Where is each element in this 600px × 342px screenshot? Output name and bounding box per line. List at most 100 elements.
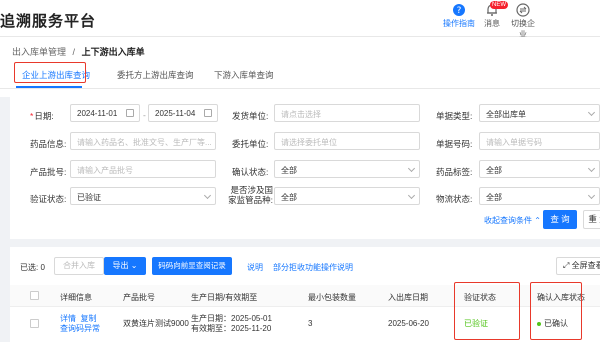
confirm-status-value: 全部 [281,166,297,175]
merge-inbound-button[interactable]: 合并入库 [54,257,104,275]
explain-link[interactable]: 说明 [247,262,263,273]
tab-downstream-inbound[interactable]: 下游入库单查询 [214,69,274,81]
highlight-box-confirm [530,282,582,340]
batch-input[interactable]: 请输入产品批号 [70,160,216,178]
supervise-select[interactable]: 全部 [274,187,420,205]
date-label-text: 日期: [34,111,54,121]
export-button[interactable]: 导出 ⌄ [104,257,146,275]
row-checkbox[interactable] [30,319,39,328]
drug-tag-value: 全部 [486,166,502,175]
logistics-value: 全部 [486,193,502,202]
verify-status-select[interactable]: 已验证 [70,187,216,205]
switch-icon [516,3,530,17]
detail-link[interactable]: 详情 [60,314,76,323]
tab-entrusted-upstream[interactable]: 委托方上游出库查询 [117,69,194,81]
drug-tag-select[interactable]: 全部 [479,160,600,178]
calendar-icon [126,109,134,117]
chevron-down-icon [587,164,596,173]
chevron-down-icon [587,108,596,117]
query-button[interactable]: 查 询 [543,210,577,229]
col-header-min-qty: 最小包装数量 [308,293,356,302]
date-end-value: 2025-11-04 [155,109,196,118]
code-exception-link[interactable]: 查询码异常 [60,324,100,333]
collapse-label: 收起查询条件 [484,216,532,225]
doc-type-select[interactable]: 全部出库单 [479,104,600,122]
date-range-separator: - [143,110,146,120]
doc-no-label: 单据号码: [436,139,473,149]
doc-no-input[interactable]: 请输入单据号码 [479,132,600,150]
selected-count: 已选: 0 [20,262,45,273]
doc-type-value: 全部出库单 [486,110,526,119]
fullscreen-label: 全屏查看 [571,261,600,270]
chevron-up-icon: ⌃ [534,216,541,225]
drug-info-input[interactable]: 请输入药品名、批准文号、生产厂等... [70,132,216,150]
logistics-label: 物流状态: [436,194,473,204]
chevron-down-icon [587,191,596,200]
highlight-box-tab [14,62,86,83]
chevron-down-icon [407,164,416,173]
breadcrumb-parent[interactable]: 出入库单管理 [12,47,66,57]
sender-label: 发货单位: [232,111,269,121]
collapse-filters-link[interactable]: 收起查询条件 ⌃ [484,215,541,226]
batch-label: 产品批号: [30,167,67,177]
highlight-box-verify [454,282,520,340]
verify-status-value: 已验证 [77,193,101,202]
cell-batch: 双黄连片测试9000 [123,319,189,328]
question-circle-icon: ? [453,4,465,16]
col-header-dates: 生产日期/有效期至 [191,293,258,302]
breadcrumb: 出入库单管理 / 上下游出入库单 [12,45,145,58]
chevron-down-icon: ⌄ [130,261,138,270]
guide-label: 操作指南 [443,19,475,28]
top-bar: 追溯服务平台 ? 操作指南 消息 NEW 切换企业 [0,0,600,40]
browse-record-button[interactable]: 码码向前显查阅记录 [152,257,232,275]
fullscreen-button[interactable]: ⤢ 全屏查看 [556,257,600,275]
cell-prod-date: 生产日期：2025-05-01 [191,314,272,323]
verify-status-label: 验证状态: [30,194,67,204]
chevron-down-icon [203,191,212,200]
breadcrumb-current: 上下游出入库单 [81,47,145,57]
switch-company-label: 切换企业 [511,19,535,39]
date-start-value: 2024-11-01 [77,109,118,118]
export-label: 导出 [112,261,129,270]
new-badge: NEW [490,1,508,9]
reset-button[interactable]: 重 置 [583,210,600,229]
cell-min-qty: 3 [308,319,313,328]
tab-bar: 企业上游出库查询 委托方上游出库查询 下游入库单查询 [0,63,600,89]
col-header-detail: 详细信息 [60,293,92,302]
selected-count-value: 0 [40,263,45,272]
copy-link[interactable]: 复制 [80,314,96,323]
drug-info-label: 药品信息: [30,139,67,149]
entrust-label: 委托单位: [232,139,269,149]
header-area: 出入库单管理 / 上下游出入库单 企业上游出库查询 委托方上游出库查询 下游入库… [0,37,600,97]
cell-dates: 生产日期：2025-05-01 有效期至：2025-11-20 [191,314,272,334]
cell-io-date: 2025-06-20 [388,319,429,328]
partial-reject-help-link[interactable]: 部分拒收功能操作说明 [273,262,353,273]
required-mark: * [30,111,34,121]
chevron-down-icon [407,191,416,200]
svg-text:?: ? [457,6,462,16]
drug-tag-label: 药品标签: [436,167,473,177]
col-header-io-date: 入出库日期 [388,293,428,302]
row-actions: 详情 复制 查询码异常 [60,314,100,334]
calendar-icon [204,109,212,117]
switch-company-button[interactable]: 切换企业 [508,3,538,40]
date-start-input[interactable]: 2024-11-01 [70,104,140,122]
confirm-status-select[interactable]: 全部 [274,160,420,178]
selected-label: 已选: [20,263,39,272]
col-header-batch: 产品批号 [123,293,155,302]
app-title: 追溯服务平台 [0,13,97,30]
filter-panel: *日期: 2024-11-01 - 2025-11-04 发货单位: 请点击选择… [10,89,600,239]
entrust-input[interactable]: 请选择委托单位 [274,132,420,150]
confirm-status-label: 确认状态: [232,167,269,177]
cell-exp-date: 有效期至：2025-11-20 [191,324,272,333]
sender-input[interactable]: 请点击选择 [274,104,420,122]
supervise-label: 是否涉及国家监管品种: [228,185,273,205]
supervise-value: 全部 [281,193,297,202]
logistics-select[interactable]: 全部 [479,187,600,205]
date-end-input[interactable]: 2025-11-04 [148,104,218,122]
active-tab-indicator [16,86,82,88]
date-label: *日期: [30,110,54,122]
guide-button[interactable]: ? 操作指南 [443,3,475,29]
select-all-checkbox[interactable] [30,291,39,300]
message-label: 消息 [484,19,500,28]
